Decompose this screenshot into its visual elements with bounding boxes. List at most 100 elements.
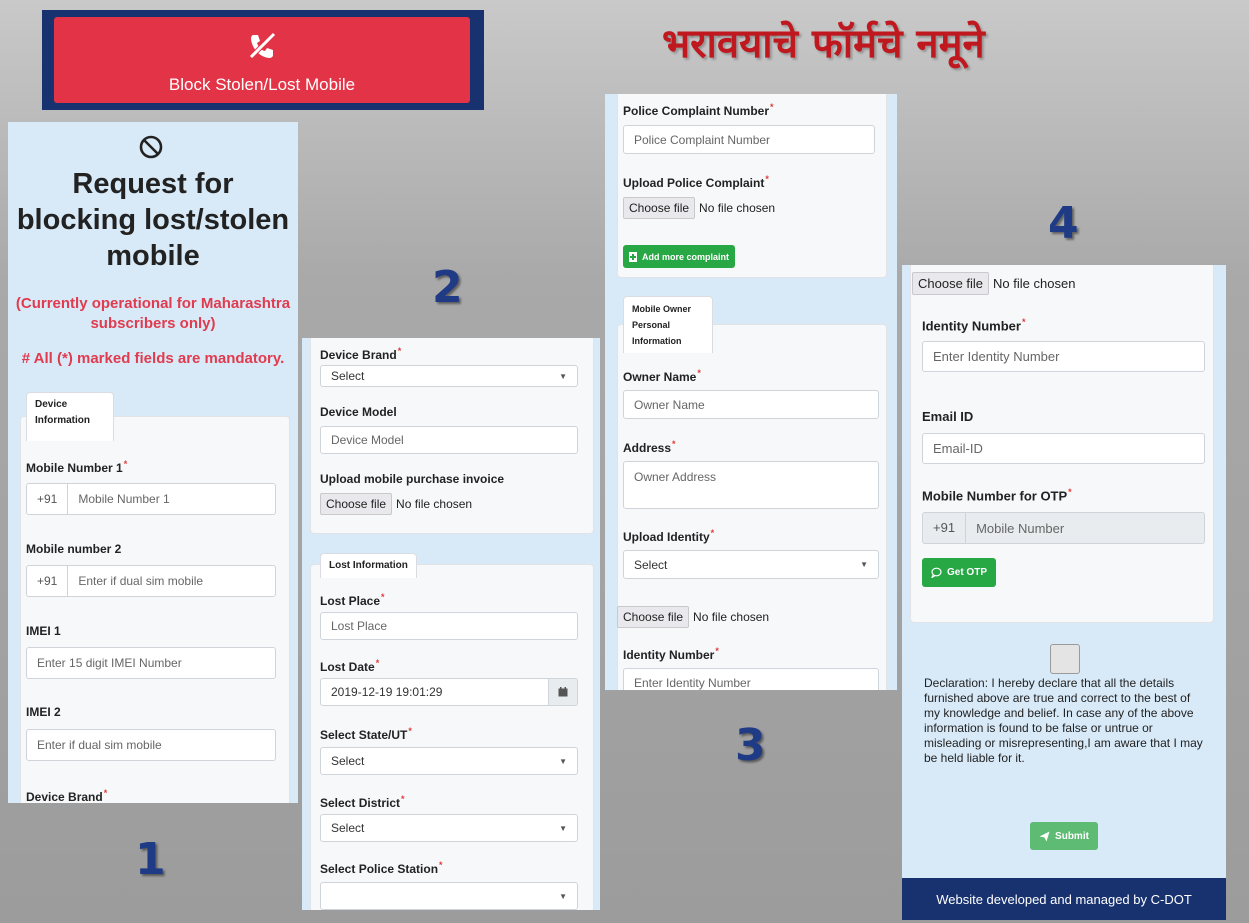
otp-mobile-placeholder: Mobile Number: [976, 520, 1065, 536]
identity-type-value: Select: [634, 557, 668, 572]
chevron-down-icon: ▼: [860, 560, 868, 569]
choose-file-button[interactable]: Choose file: [617, 606, 690, 628]
mobile-number-1-label: Mobile Number 1*: [26, 459, 128, 475]
chevron-down-icon: ▼: [559, 371, 567, 381]
choose-file-button[interactable]: Choose file: [320, 493, 393, 515]
identity-number-label: Identity Number*: [623, 646, 719, 662]
add-more-complaint-button[interactable]: Add more complaint: [623, 245, 735, 268]
owner-name-label: Owner Name*: [623, 368, 701, 384]
paper-plane-icon: [1039, 831, 1050, 841]
file-status: No file chosen: [699, 201, 776, 215]
identity-file-input[interactable]: Choose file No file chosen: [617, 606, 769, 628]
form-panel-1: Request for blocking lost/stolen mobile …: [8, 122, 298, 803]
imei-1-input[interactable]: Enter 15 digit IMEI Number: [26, 647, 276, 679]
state-select[interactable]: Select ▼: [320, 747, 578, 775]
phone-slash-icon: [249, 32, 276, 59]
country-code-prefix: +91: [933, 513, 967, 543]
imei-1-label: IMEI 1: [26, 624, 61, 638]
state-value: Select: [331, 754, 365, 768]
maharashtra-notice: (Currently operational for Maharashtra s…: [15, 295, 291, 332]
imei-2-input[interactable]: Enter if dual sim mobile: [26, 729, 276, 761]
step-number-4: 4: [1048, 198, 1079, 249]
device-model-label: Device Model: [320, 405, 397, 419]
complaint-file-input[interactable]: Choose file No file chosen: [623, 197, 775, 219]
declaration-checkbox[interactable]: [1050, 644, 1080, 674]
device-brand-label: Device Brand*: [26, 788, 108, 803]
step-number-1: 1: [135, 834, 166, 885]
form-panel-2: Device Brand* Select ▼ Device Model Devic…: [302, 338, 600, 910]
file-status: No file chosen: [993, 276, 1076, 291]
address-textarea[interactable]: Owner Address: [623, 461, 879, 509]
form-panel-4: Choose file No file chosen Identity Numb…: [902, 265, 1226, 920]
otp-mobile-input[interactable]: +91 Mobile Number: [922, 512, 1205, 544]
chevron-down-icon: ▼: [559, 823, 567, 833]
lost-place-input[interactable]: Lost Place: [320, 612, 578, 640]
calendar-icon[interactable]: [548, 679, 577, 705]
mobile-number-2-placeholder: Enter if dual sim mobile: [78, 574, 204, 588]
block-stolen-lost-mobile-button[interactable]: Block Stolen/Lost Mobile: [54, 17, 470, 103]
declaration-text: Declaration: I hereby declare that all t…: [924, 676, 1203, 765]
step-number-2: 2: [432, 262, 463, 313]
invoice-upload-label: Upload mobile purchase invoice: [320, 472, 505, 486]
lost-date-label: Lost Date*: [320, 658, 380, 674]
file-status: No file chosen: [693, 610, 770, 624]
form-panel-3: Police Complaint Number* Police Complain…: [605, 94, 897, 690]
ban-icon: [138, 134, 164, 165]
submit-label: Submit: [1055, 830, 1089, 842]
block-banner-frame: Block Stolen/Lost Mobile: [42, 10, 484, 110]
chevron-down-icon: ▼: [559, 891, 567, 901]
otp-mobile-label: Mobile Number for OTP*: [922, 487, 1072, 504]
device-brand-value: Select: [331, 369, 365, 383]
footer-text: Website developed and managed by C-DOT: [936, 891, 1192, 907]
mobile-number-2-label: Mobile number 2: [26, 542, 122, 556]
mobile-owner-information-tab[interactable]: Mobile Owner Personal Information: [623, 296, 713, 353]
upload-identity-label: Upload Identity*: [623, 528, 715, 544]
email-label: Email ID: [922, 409, 974, 424]
mobile-number-1-placeholder: Mobile Number 1: [78, 492, 170, 506]
mandatory-note: # All (*) marked fields are mandatory.: [21, 350, 285, 367]
banner-label: Block Stolen/Lost Mobile: [168, 75, 356, 94]
device-brand-label: Device Brand*: [320, 346, 402, 362]
identity-number-input[interactable]: Enter Identity Number: [623, 668, 879, 690]
lost-date-value: 2019-12-19 19:01:29: [331, 685, 443, 699]
identity-type-select[interactable]: Select ▼: [623, 550, 879, 579]
chat-bubble-icon: [931, 567, 942, 578]
country-code-prefix: +91: [37, 566, 69, 596]
mobile-number-2-input[interactable]: +91 Enter if dual sim mobile: [26, 565, 276, 597]
police-station-select[interactable]: ▼: [320, 882, 578, 910]
address-label: Address*: [623, 439, 676, 455]
email-input[interactable]: Email-ID: [922, 433, 1205, 464]
lost-date-input[interactable]: 2019-12-19 19:01:29: [320, 678, 578, 706]
country-code-prefix: +91: [37, 484, 69, 514]
district-select[interactable]: Select ▼: [320, 814, 578, 842]
lost-place-label: Lost Place*: [320, 592, 385, 608]
get-otp-button[interactable]: Get OTP: [922, 558, 996, 587]
device-model-input[interactable]: Device Model: [320, 426, 578, 454]
add-more-complaint-label: Add more complaint: [641, 251, 729, 262]
state-label: Select State/UT*: [320, 726, 412, 742]
step-number-3: 3: [735, 720, 766, 771]
page-title: Request for blocking lost/stolen mobile: [16, 168, 290, 272]
district-label: Select District*: [320, 794, 405, 810]
device-information-tab[interactable]: Device Information: [26, 392, 114, 441]
owner-name-input[interactable]: Owner Name: [623, 390, 879, 419]
imei-2-label: IMEI 2: [26, 705, 61, 719]
device-brand-select[interactable]: Select ▼: [320, 365, 578, 387]
complaint-number-input[interactable]: Police Complaint Number: [623, 125, 875, 154]
upload-complaint-label: Upload Police Complaint*: [623, 174, 769, 190]
identity-number-label: Identity Number*: [922, 317, 1026, 334]
file-status: No file chosen: [396, 497, 473, 511]
site-footer: Website developed and managed by C-DOT: [902, 878, 1226, 920]
get-otp-label: Get OTP: [946, 567, 987, 578]
district-value: Select: [331, 821, 365, 835]
police-station-label: Select Police Station*: [320, 860, 443, 876]
complaint-number-label: Police Complaint Number*: [623, 102, 774, 118]
choose-file-button[interactable]: Choose file: [623, 197, 696, 219]
invoice-file-input[interactable]: Choose file No file chosen: [320, 493, 472, 515]
lost-information-tab[interactable]: Lost Information: [320, 553, 417, 578]
identity-number-input[interactable]: Enter Identity Number: [922, 341, 1205, 372]
mobile-number-1-input[interactable]: +91 Mobile Number 1: [26, 483, 276, 515]
choose-file-button[interactable]: Choose file: [912, 272, 990, 295]
submit-button[interactable]: Submit: [1030, 822, 1098, 850]
identity-file-input[interactable]: Choose file No file chosen: [912, 272, 1075, 295]
